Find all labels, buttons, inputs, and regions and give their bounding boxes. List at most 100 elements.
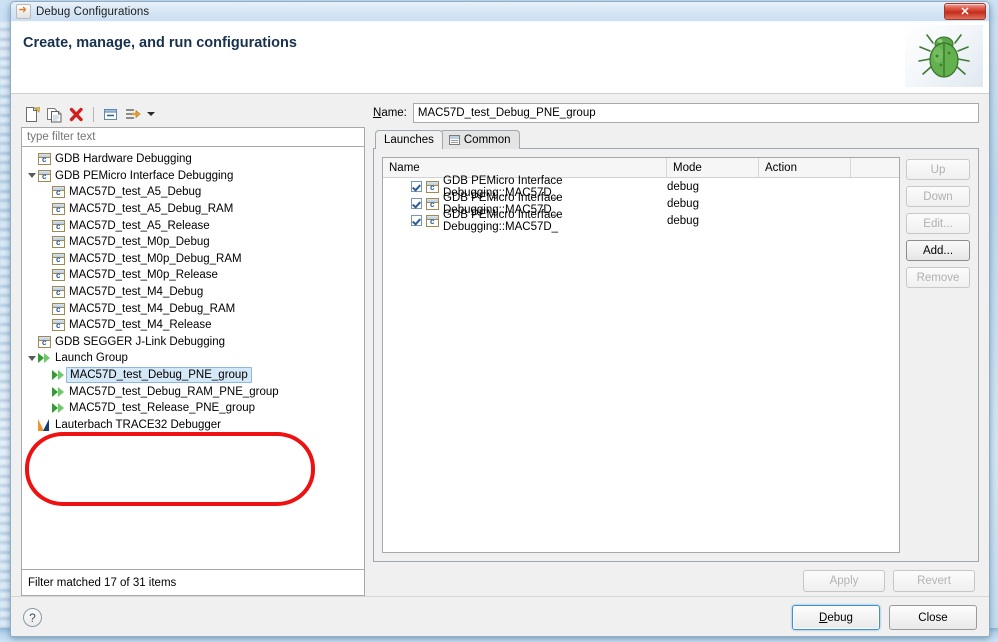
tree-item-label: MAC57D_test_Release_PNE_group: [69, 402, 256, 415]
tree-toolbar: [21, 102, 365, 126]
tree-item[interactable]: MAC57D_test_M0p_Debug: [22, 234, 364, 251]
debug-configurations-dialog: Debug Configurations ✕ Create, manage, a…: [10, 1, 990, 637]
tree-item-label: MAC57D_test_M0p_Release: [69, 269, 218, 282]
row-checkbox[interactable]: [411, 198, 422, 209]
launches-tab-content: Name Mode Action GDB PEMicro Interface D…: [373, 148, 979, 562]
new-launch-configuration-icon[interactable]: [23, 105, 42, 124]
c-config-icon: [52, 319, 65, 332]
tree-item-label: MAC57D_test_Debug_RAM_PNE_group: [69, 385, 279, 398]
window-title: Debug Configurations: [36, 5, 150, 18]
tree-item-label: MAC57D_test_M4_Release: [69, 319, 212, 332]
c-config-icon: [426, 197, 439, 210]
tree-item[interactable]: MAC57D_test_A5_Debug_RAM: [22, 201, 364, 218]
tree-item[interactable]: Launch Group: [22, 350, 364, 367]
name-label: Name:: [373, 107, 407, 119]
c-config-icon: [38, 169, 51, 182]
column-header-blank: [851, 158, 899, 177]
cell-mode: debug: [667, 214, 699, 227]
configurations-tree[interactable]: GDB Hardware Debugging GDB PEMicro Interf…: [21, 147, 365, 570]
collapse-all-icon[interactable]: [101, 105, 120, 124]
tab-launches[interactable]: Launches: [375, 130, 443, 149]
tree-item[interactable]: MAC57D_test_A5_Release: [22, 217, 364, 234]
configuration-details-panel: Name: Launches Common Name Mode Actio: [373, 102, 979, 596]
c-config-icon: [52, 186, 65, 199]
revert-button[interactable]: Revert: [893, 570, 975, 592]
green-bug-icon: [905, 25, 983, 87]
tree-item[interactable]: Lauterbach TRACE32 Debugger: [22, 417, 364, 434]
apply-button[interactable]: Apply: [803, 570, 885, 592]
tab-common[interactable]: Common: [439, 130, 520, 149]
tree-item-label: Lauterbach TRACE32 Debugger: [55, 418, 222, 431]
chevron-down-icon[interactable]: [26, 355, 38, 361]
tree-item[interactable]: MAC57D_test_Debug_RAM_PNE_group: [22, 383, 364, 400]
add-button[interactable]: Add...: [906, 240, 970, 261]
tree-item[interactable]: MAC57D_test_M0p_Release: [22, 267, 364, 284]
tab-launches-label: Launches: [384, 134, 434, 146]
table-rows-container: GDB PEMicro Interface Debugging::MAC57D_…: [383, 175, 899, 233]
tree-item[interactable]: GDB PEMicro Interface Debugging: [22, 168, 364, 185]
c-config-icon: [52, 219, 65, 232]
row-checkbox[interactable]: [411, 215, 422, 226]
filter-status-text: Filter matched 17 of 31 items: [21, 570, 365, 596]
toolbar-separator: [93, 106, 94, 122]
green-play-icon: [52, 369, 65, 381]
tree-item[interactable]: MAC57D_test_Release_PNE_group: [22, 400, 364, 417]
down-button[interactable]: Down: [906, 186, 970, 207]
apply-revert-row: Apply Revert: [373, 562, 979, 596]
launch-action-buttons: Up Down Edit... Add... Remove: [906, 157, 970, 553]
tree-item[interactable]: MAC57D_test_M4_Debug_RAM: [22, 300, 364, 317]
tree-item[interactable]: MAC57D_test_M4_Release: [22, 317, 364, 334]
title-bar: Debug Configurations ✕: [11, 2, 989, 22]
debug-button[interactable]: Debug: [792, 605, 880, 630]
delete-red-x-icon[interactable]: [67, 105, 86, 124]
up-button[interactable]: Up: [906, 159, 970, 180]
edit-button[interactable]: Edit...: [906, 213, 970, 234]
search-input[interactable]: [21, 127, 365, 147]
table-row[interactable]: GDB PEMicro Interface Debugging::MAC57D_…: [383, 209, 899, 233]
row-checkbox[interactable]: [411, 181, 422, 192]
c-config-icon: [38, 153, 51, 166]
tree-item-label: MAC57D_test_M4_Debug_RAM: [69, 302, 236, 315]
close-button[interactable]: Close: [889, 605, 977, 630]
header-banner: Create, manage, and run configurations: [11, 22, 989, 94]
column-header-mode[interactable]: Mode: [667, 158, 759, 177]
cell-mode: debug: [667, 180, 699, 193]
tree-rows-container: GDB Hardware Debugging GDB PEMicro Interf…: [22, 147, 364, 569]
tree-item-label: Launch Group: [55, 352, 128, 365]
launch-name-label: GDB PEMicro Interface Debugging::MAC57D_: [443, 208, 563, 233]
chevron-down-icon[interactable]: [147, 112, 155, 116]
tree-item[interactable]: GDB Hardware Debugging: [22, 151, 364, 168]
help-question-icon[interactable]: ?: [23, 608, 42, 627]
common-tab-icon: [448, 135, 460, 145]
green-play-icon: [52, 386, 65, 398]
dialog-body: GDB Hardware Debugging GDB PEMicro Interf…: [11, 94, 989, 596]
c-config-icon: [426, 180, 439, 193]
launches-table[interactable]: Name Mode Action GDB PEMicro Interface D…: [382, 157, 900, 553]
close-icon[interactable]: ✕: [944, 3, 986, 20]
tree-item-label: MAC57D_test_Debug_PNE_group: [66, 367, 252, 384]
tree-item-label: MAC57D_test_A5_Release: [69, 219, 210, 232]
chevron-down-icon[interactable]: [26, 173, 38, 179]
filter-launch-configurations-icon[interactable]: [123, 105, 142, 124]
tab-bar: Launches Common: [373, 130, 979, 149]
name-input[interactable]: [412, 103, 979, 123]
tree-item[interactable]: MAC57D_test_A5_Debug: [22, 184, 364, 201]
c-config-icon: [52, 286, 65, 299]
tree-item[interactable]: MAC57D_test_Debug_PNE_group: [22, 367, 364, 384]
tree-item-label: MAC57D_test_M4_Debug: [69, 286, 204, 299]
tree-item[interactable]: GDB SEGGER J-Link Debugging: [22, 334, 364, 351]
tree-item-label: GDB Hardware Debugging: [55, 153, 192, 166]
green-play-icon: [38, 352, 51, 364]
tree-item[interactable]: MAC57D_test_M0p_Debug_RAM: [22, 251, 364, 268]
duplicate-icon[interactable]: [45, 105, 64, 124]
name-row: Name:: [373, 102, 979, 124]
tab-common-label: Common: [463, 134, 511, 146]
c-config-icon: [52, 269, 65, 282]
column-header-action[interactable]: Action: [759, 158, 851, 177]
tree-item[interactable]: MAC57D_test_M4_Debug: [22, 284, 364, 301]
c-config-icon: [52, 252, 65, 265]
footer-buttons: Debug Close: [792, 605, 977, 630]
remove-button[interactable]: Remove: [906, 267, 970, 288]
dialog-footer: ? Debug Close: [11, 596, 989, 636]
green-play-icon: [52, 402, 65, 414]
